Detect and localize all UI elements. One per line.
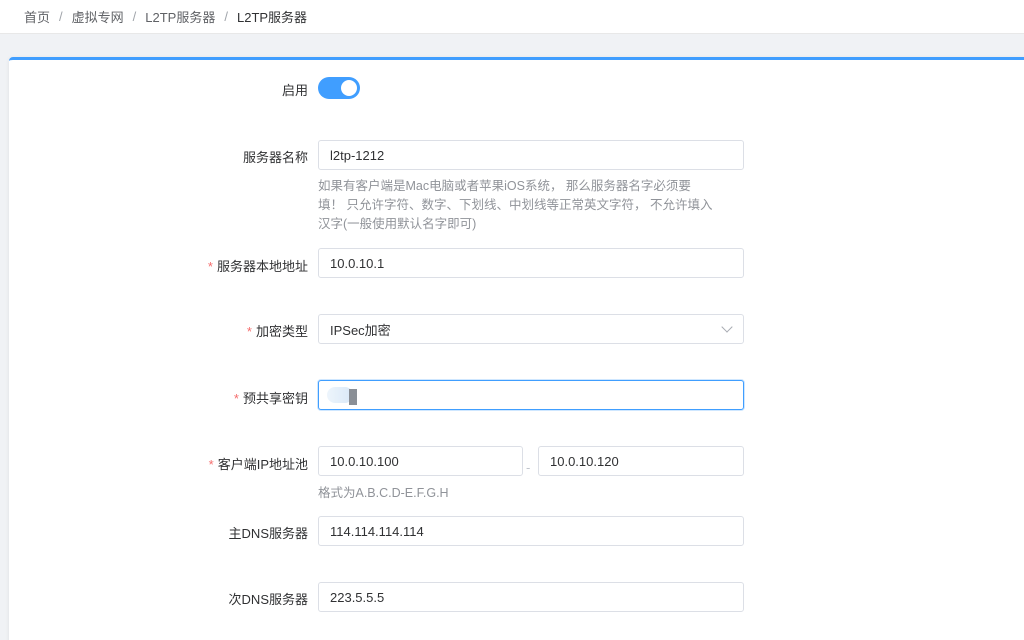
switch-knob: [341, 80, 357, 96]
required-mark: *: [208, 457, 214, 472]
breadcrumb-separator: /: [132, 9, 137, 24]
help-line: 如果有客户端是Mac电脑或者苹果iOS系统， 那么服务器名字必须要: [318, 179, 691, 193]
breadcrumb-current: L2TP服务器: [236, 10, 308, 25]
encrypt-label: * 加密类型: [246, 324, 308, 339]
breadcrumb-home[interactable]: 首页: [24, 7, 50, 26]
range-dash: -: [526, 460, 531, 475]
required-mark: *: [246, 324, 252, 339]
dns2-label: 次DNS服务器: [228, 592, 308, 607]
breadcrumb-separator: /: [224, 9, 228, 24]
encrypt-select[interactable]: IPSec加密: [318, 314, 744, 344]
help-line: 填！ 只允许字符、数字、下划线、中划线等正常英文字符， 不允许填入: [318, 198, 713, 212]
dns2-value: 223.5.5.5: [330, 589, 385, 605]
pool-label: * 客户端IP地址池: [208, 457, 308, 472]
server-name-value: l2tp-1212: [330, 147, 385, 163]
server-name-help: 如果有客户端是Mac电脑或者苹果iOS系统， 那么服务器名字必须要 填！ 只允许…: [318, 177, 712, 234]
breadcrumb-vpn[interactable]: 虚拟专网: [72, 7, 124, 26]
psk-label: * 预共享密钥: [233, 391, 308, 406]
local-addr-label: * 服务器本地地址: [207, 259, 308, 274]
pool-help: 格式为A.B.C.D-E.F.G.H: [318, 486, 449, 500]
pool-end-value: 10.0.10.120: [550, 453, 619, 469]
breadcrumb-separator: /: [59, 9, 63, 24]
dns2-input[interactable]: 223.5.5.5: [318, 582, 744, 612]
dns1-label: 主DNS服务器: [228, 526, 308, 541]
pool-start-input[interactable]: 10.0.10.100: [318, 446, 523, 476]
encrypt-value: IPSec加密: [330, 322, 391, 338]
breadcrumb: 首页 / 虚拟专网 / L2TP服务器 / L2TP服务器: [0, 0, 1024, 34]
pool-start-value: 10.0.10.100: [330, 453, 399, 469]
server-name-input[interactable]: l2tp-1212: [318, 140, 744, 170]
breadcrumb-l2tp[interactable]: L2TP服务器: [145, 7, 215, 26]
required-mark: *: [233, 391, 239, 406]
dns1-value: 114.114.114.114: [330, 523, 424, 539]
chevron-down-icon: [721, 321, 733, 333]
required-mark: *: [207, 259, 213, 274]
enable-switch[interactable]: [318, 77, 360, 99]
psk-input[interactable]: [318, 380, 744, 410]
local-addr-input[interactable]: 10.0.10.1: [318, 248, 744, 278]
masked-password: [327, 385, 367, 405]
enable-label: 启用: [281, 83, 308, 98]
local-addr-value: 10.0.10.1: [330, 255, 385, 271]
help-line: 汉字(一般使用默认名字即可): [318, 217, 477, 231]
pool-end-input[interactable]: 10.0.10.120: [538, 446, 744, 476]
server-name-label: 服务器名称: [242, 150, 308, 165]
dns1-input[interactable]: 114.114.114.114: [318, 516, 744, 546]
